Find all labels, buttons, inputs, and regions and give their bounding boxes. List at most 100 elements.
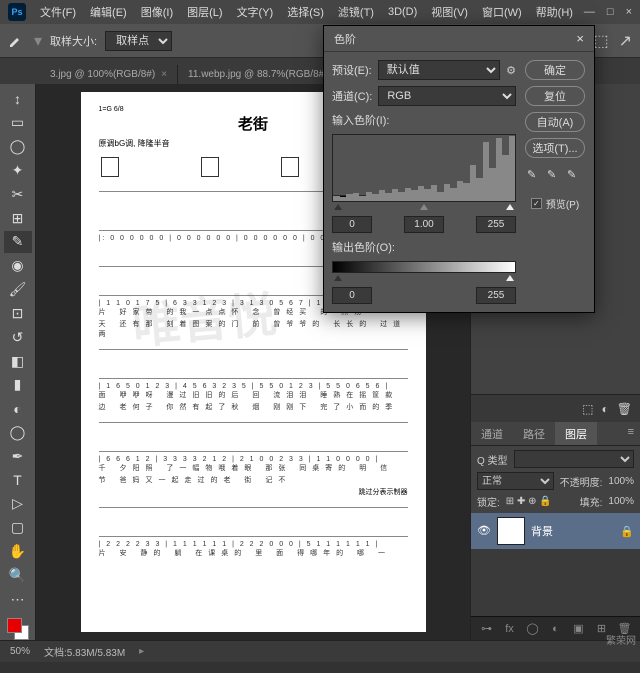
highlight-slider[interactable] <box>506 204 514 210</box>
tab-layers[interactable]: 图层 <box>555 422 597 445</box>
visibility-icon[interactable]: 👁 <box>477 524 491 538</box>
lock-icons[interactable]: ⊞ ✚ ⊕ 🔒 <box>506 496 552 507</box>
gray-eyedropper-icon[interactable]: ✎ <box>547 168 563 184</box>
eyedropper-tool[interactable]: ✎ <box>4 231 32 253</box>
input-gamma[interactable]: 1.00 <box>404 216 444 233</box>
brush-tool[interactable]: 🖌 <box>4 279 32 301</box>
menu-view[interactable]: 视图(V) <box>425 2 474 22</box>
lyric-2a: 面 咿咿呀 漫过旧旧的后 回 流泪泪 睡熟在摇筐款 <box>99 390 408 400</box>
link-icon[interactable]: ⊶ <box>477 619 496 639</box>
output-gradient[interactable] <box>332 261 516 273</box>
menu-layer[interactable]: 图层(L) <box>181 2 228 22</box>
fill-value[interactable]: 100% <box>608 496 634 507</box>
doc-key: 1=G 6/8 <box>99 106 124 113</box>
menu-image[interactable]: 图像(I) <box>135 2 179 22</box>
auto-button[interactable]: 自动(A) <box>525 112 585 132</box>
input-shadow[interactable]: 0 <box>332 216 372 233</box>
menu-window[interactable]: 窗口(W) <box>476 2 528 22</box>
tab-paths[interactable]: 路径 <box>513 422 555 445</box>
opacity-value[interactable]: 100% <box>608 476 634 487</box>
output-shadow[interactable]: 0 <box>332 287 372 304</box>
menu-file[interactable]: 文件(F) <box>34 2 82 22</box>
menu-filter[interactable]: 滤镜(T) <box>332 2 380 22</box>
hand-tool[interactable]: ✋ <box>4 541 32 563</box>
group-icon[interactable]: ▣ <box>569 619 588 639</box>
layer-thumbnail[interactable] <box>497 517 525 545</box>
menu-3d[interactable]: 3D(D) <box>382 4 423 20</box>
histogram[interactable] <box>332 134 516 202</box>
marquee-tool[interactable]: ▭ <box>4 112 32 134</box>
frame-tool[interactable]: ⊞ <box>4 207 32 229</box>
minimize-icon[interactable]: — <box>584 6 595 18</box>
move-tool[interactable]: ↕ <box>4 88 32 110</box>
options-button[interactable]: 选项(T)... <box>525 138 585 158</box>
shape-tool[interactable]: ▢ <box>4 517 32 539</box>
stamp-tool[interactable]: ⊡ <box>4 302 32 324</box>
gradient-tool[interactable]: ▮ <box>4 374 32 396</box>
align-icon[interactable]: ⬚ <box>582 402 593 416</box>
type-tool[interactable]: T <box>4 469 32 491</box>
channel-select[interactable]: RGB <box>378 86 516 106</box>
lyric-3a: 千 夕阳照 了一幅物哦着眼 那张 同桌寄的 明 信 <box>99 463 408 473</box>
panel-menu-icon[interactable]: ≡ <box>622 422 640 445</box>
adjustments-icon[interactable]: ◐ <box>602 402 609 416</box>
output-shadow-slider[interactable] <box>334 275 342 281</box>
wand-tool[interactable]: ✦ <box>4 159 32 181</box>
sample-size-select[interactable]: 取样点 <box>105 31 172 51</box>
zoom-tool[interactable]: 🔍 <box>4 565 32 587</box>
kind-filter[interactable] <box>514 450 634 468</box>
output-highlight[interactable]: 255 <box>476 287 516 304</box>
menu-select[interactable]: 选择(S) <box>281 2 330 22</box>
pen-tool[interactable]: ✒ <box>4 445 32 467</box>
eraser-tool[interactable]: ◧ <box>4 350 32 372</box>
ok-button[interactable]: 确定 <box>525 60 585 80</box>
menu-help[interactable]: 帮助(H) <box>530 2 579 22</box>
trash-icon[interactable]: 🗑 <box>617 402 632 416</box>
layer-item-background[interactable]: 👁 背景 🔒 <box>471 513 640 549</box>
layer-kind-label: Q 类型 <box>477 452 508 467</box>
path-tool[interactable]: ▷ <box>4 493 32 515</box>
shadow-slider[interactable] <box>334 204 342 210</box>
opacity-label: 不透明度: <box>560 474 603 489</box>
crop-tool[interactable]: ✂ <box>4 183 32 205</box>
lock-icon[interactable]: 🔒 <box>620 525 634 538</box>
dialog-close-icon[interactable]: × <box>576 31 584 46</box>
zoom-level[interactable]: 50% <box>10 646 30 657</box>
reset-button[interactable]: 复位 <box>525 86 585 106</box>
layer-name: 背景 <box>531 523 553 539</box>
fx-icon[interactable]: fx <box>500 619 519 639</box>
blend-mode[interactable]: 正常 <box>477 472 554 490</box>
lyric-1b: 天 还有那 刻着图案的门 前 曾爷爷的 长长的 过道两 <box>99 319 408 339</box>
status-bar: 50% 文档:5.83M/5.83M ▸ <box>0 640 640 662</box>
mask-icon[interactable]: ◯ <box>523 619 542 639</box>
output-highlight-slider[interactable] <box>506 275 514 281</box>
black-eyedropper-icon[interactable]: ✎ <box>527 168 543 184</box>
menu-edit[interactable]: 编辑(E) <box>84 2 133 22</box>
tab-channels[interactable]: 通道 <box>471 422 513 445</box>
workspace-icon[interactable]: ⬚ <box>593 31 608 51</box>
tab-close-0[interactable]: × <box>161 69 167 80</box>
more-tools[interactable]: ⋯ <box>4 588 32 610</box>
midtone-slider[interactable] <box>420 204 428 210</box>
close-window-icon[interactable]: × <box>626 6 632 18</box>
history-brush-tool[interactable]: ↺ <box>4 326 32 348</box>
eyedropper-icon <box>8 32 26 50</box>
preset-select[interactable]: 默认值 <box>378 60 500 80</box>
white-eyedropper-icon[interactable]: ✎ <box>567 168 583 184</box>
lasso-tool[interactable]: ◯ <box>4 136 32 158</box>
share-icon[interactable]: ↗ <box>619 31 632 51</box>
input-highlight[interactable]: 255 <box>476 216 516 233</box>
gear-icon[interactable]: ⚙ <box>506 64 516 77</box>
maximize-icon[interactable]: □ <box>607 6 614 18</box>
preview-checkbox[interactable]: ✓ <box>531 198 542 209</box>
menu-type[interactable]: 文字(Y) <box>231 2 280 22</box>
foreground-color[interactable] <box>7 618 22 633</box>
lyric-4: 片 安 静的 躺 在课桌的 里 面 得哪年的 哪 一 <box>99 548 408 558</box>
doc-info[interactable]: 文档:5.83M/5.83M <box>44 644 125 659</box>
tab-0[interactable]: 3.jpg @ 100%(RGB/8#)× <box>40 65 178 84</box>
color-swatches[interactable] <box>7 618 29 640</box>
blur-tool[interactable]: ◐ <box>4 398 32 420</box>
heal-tool[interactable]: ◉ <box>4 255 32 277</box>
dodge-tool[interactable]: ◯ <box>4 422 32 444</box>
adjustment-icon[interactable]: ◐ <box>546 619 565 639</box>
